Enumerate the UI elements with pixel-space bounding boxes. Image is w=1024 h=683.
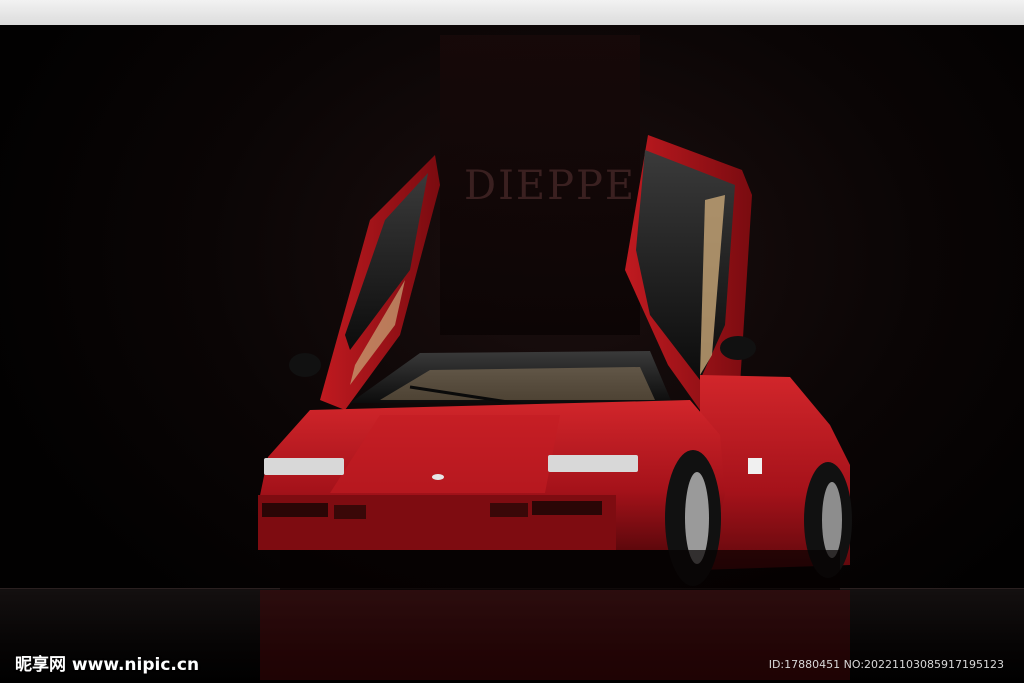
red-sports-car bbox=[258, 135, 852, 680]
left-headlight bbox=[264, 458, 344, 475]
right-mirror bbox=[720, 336, 756, 360]
right-headlight bbox=[548, 455, 638, 472]
nipic-watermark: 昵享网 www.nipic.cn bbox=[15, 655, 200, 675]
car-reflection bbox=[260, 590, 850, 680]
front-emblem bbox=[432, 474, 444, 480]
top-light-strip bbox=[0, 0, 1024, 25]
left-mirror bbox=[289, 353, 321, 377]
photo-scene: DIEPPE bbox=[0, 25, 1024, 683]
image-id-watermark: ID:17880451 NO:20221103085917195123 bbox=[768, 658, 1004, 671]
